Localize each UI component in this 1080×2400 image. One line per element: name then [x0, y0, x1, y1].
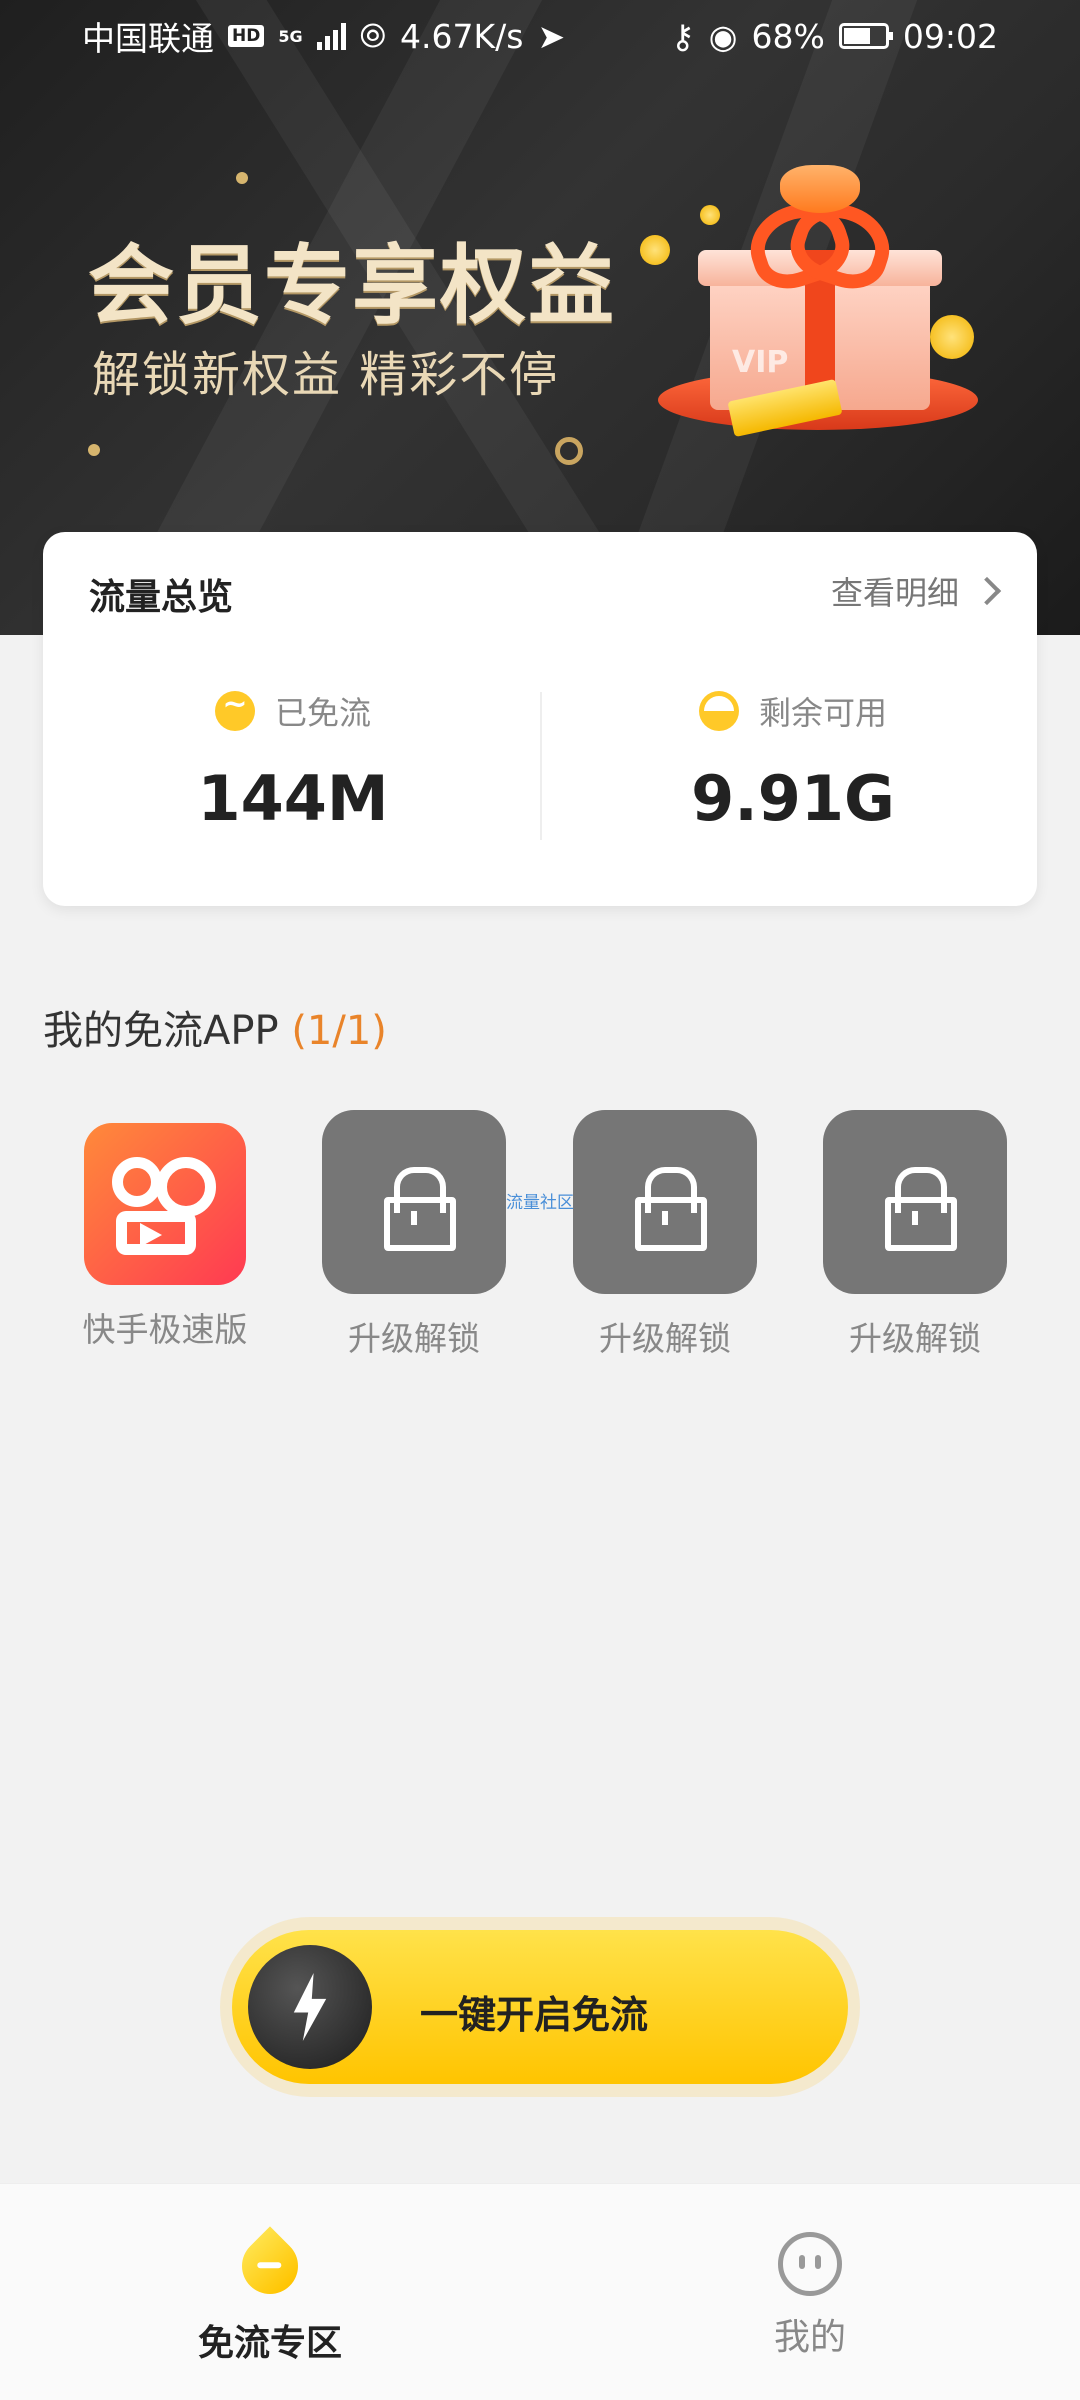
divider — [540, 692, 542, 840]
lock-icon — [573, 1110, 757, 1294]
view-details-link[interactable]: 查看明细 — [830, 568, 1002, 614]
app-label: 升级解锁 — [348, 1319, 480, 1358]
app-label: 升级解锁 — [599, 1319, 731, 1358]
hd-badge: HD — [228, 25, 265, 47]
send-icon: ➤ — [537, 16, 566, 56]
my-apps-title: 我的免流APP (1/1) — [43, 998, 387, 1056]
app-item-kuaishou[interactable]: 快手极速版 — [60, 1110, 270, 1351]
key-icon: ⚷ — [670, 16, 695, 56]
remaining-label: 剩余可用 — [758, 694, 887, 732]
app-item-locked[interactable]: 升级解锁 — [560, 1110, 770, 1360]
chevron-right-icon — [972, 576, 1002, 606]
app-label: 快手极速版 — [82, 1310, 248, 1349]
gauge-icon — [698, 691, 739, 731]
enable-free-traffic-button[interactable]: 一键开启免流 — [232, 1930, 848, 2084]
remaining-traffic-stat: 剩余可用 9.91G — [573, 688, 1013, 835]
sparkle-ring — [555, 437, 583, 465]
used-label: 已免流 — [274, 694, 371, 732]
tab-mine[interactable]: 我的 — [660, 2232, 960, 2360]
my-apps-title-text: 我的免流APP — [43, 1008, 279, 1054]
kuaishou-icon — [84, 1123, 246, 1285]
network-speed: 4.67K/s — [400, 16, 524, 56]
banner-title: 会员专享权益 — [88, 236, 616, 336]
eye-icon: ◉ — [708, 16, 738, 56]
app-item-locked[interactable]: 升级解锁 — [810, 1110, 1020, 1360]
wifi-hotspot-icon: ⦾ — [359, 16, 387, 55]
signal-icon — [316, 22, 346, 50]
banner-subtitle: 解锁新权益 精彩不停 — [92, 347, 560, 403]
battery-percent: 68% — [751, 16, 825, 56]
battery-icon — [838, 23, 893, 49]
floating-community-tag[interactable]: 流量社区 — [506, 1188, 574, 1213]
app-grid: 快手极速版 升级解锁 升级解锁 升级解锁 — [0, 1110, 1080, 1360]
tab-free-traffic-zone[interactable]: 免流专区 — [120, 2226, 420, 2366]
lock-icon — [823, 1110, 1007, 1294]
network-type: 5G — [278, 26, 303, 46]
tab-label: 免流专区 — [197, 2323, 342, 2364]
tab-label: 我的 — [773, 2317, 846, 2358]
lock-icon — [322, 1110, 506, 1294]
sparkle-dot — [88, 444, 100, 456]
gift-box-illustration: VIP — [640, 165, 1000, 465]
drop-icon — [230, 2226, 310, 2306]
sparkle-dot — [236, 172, 248, 184]
clock: 09:02 — [902, 16, 998, 56]
bottom-nav: 免流专区 我的 — [0, 2183, 1080, 2400]
traffic-overview-card: 流量总览 查看明细 已免流 144M 剩余可用 9.91G — [43, 532, 1037, 906]
carrier-name: 中国联通 — [82, 19, 214, 58]
my-apps-count: (1/1) — [291, 1008, 387, 1054]
remaining-value: 9.91G — [691, 762, 895, 835]
view-details-label: 查看明细 — [830, 574, 959, 612]
enable-free-traffic-label: 一键开启免流 — [420, 1995, 649, 2037]
card-title: 流量总览 — [89, 577, 234, 618]
status-bar: 中国联通 HD 5G ⦾ 4.67K/s ➤ ⚷ ◉ 68% 09:02 — [0, 0, 1080, 72]
pulse-icon — [214, 687, 255, 731]
used-value: 144M — [197, 762, 389, 835]
lightning-icon — [248, 1945, 372, 2069]
gift-vip-text: VIP — [732, 345, 789, 380]
used-traffic-stat: 已免流 144M — [73, 687, 513, 835]
face-icon — [778, 2232, 842, 2296]
app-label: 升级解锁 — [849, 1319, 981, 1358]
app-item-locked[interactable]: 升级解锁 — [309, 1110, 519, 1360]
